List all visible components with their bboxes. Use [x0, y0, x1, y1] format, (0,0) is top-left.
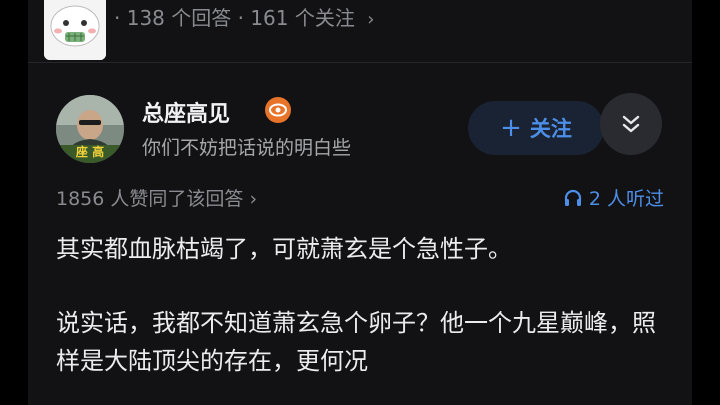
likes-summary[interactable]: 1856 人赞同了该回答 ›: [56, 184, 257, 211]
followers-count: 161 个关注: [250, 6, 355, 30]
separator: ·: [237, 6, 244, 30]
headphones-icon: [564, 189, 581, 206]
double-chevron-down-icon: [622, 115, 640, 133]
cartoon-face-icon: [44, 0, 106, 60]
chevron-right-icon: ›: [367, 9, 375, 30]
answer-paragraph: 说实话，我都不知道萧玄急个卵子？他一个九星巅峰，照样是大陆顶尖的存在，更何况: [56, 309, 656, 375]
answer-screen: · 138 个回答 · 161 个关注 › 座 高 总座高见 你们不妨把话说的明…: [28, 0, 692, 405]
expand-button[interactable]: [600, 93, 662, 155]
listeners-button[interactable]: 2 人听过: [563, 184, 664, 211]
question-thumbnail: [44, 0, 106, 60]
question-stats: · 138 个回答 · 161 个关注 ›: [114, 2, 375, 30]
listeners-text: 2 人听过: [588, 188, 664, 210]
answers-count: 138 个回答: [126, 6, 232, 30]
author-bio: 你们不妨把话说的明白些: [142, 137, 352, 159]
divider: [28, 62, 692, 63]
separator: ·: [114, 6, 121, 30]
answer-paragraph: 其实都血脉枯竭了，可就萧玄是个急性子。: [56, 235, 512, 263]
author-name[interactable]: 总座高见: [142, 96, 230, 128]
avatar-caption: 座 高: [75, 145, 105, 159]
likes-text: 1856 人赞同了该回答: [56, 188, 244, 210]
answer-body: 其实都血脉枯竭了，可就萧玄是个急性子。 说实话，我都不知道萧玄急个卵子？他一个九…: [56, 230, 676, 405]
question-header[interactable]: · 138 个回答 · 161 个关注 ›: [28, 0, 692, 62]
verified-badge-icon: [264, 96, 292, 124]
avatar[interactable]: 座 高: [56, 95, 124, 163]
chevron-right-icon: ›: [249, 188, 258, 210]
plus-icon: +: [500, 113, 522, 143]
follow-button[interactable]: + 关注: [468, 101, 604, 155]
follow-label: 关注: [529, 117, 572, 141]
